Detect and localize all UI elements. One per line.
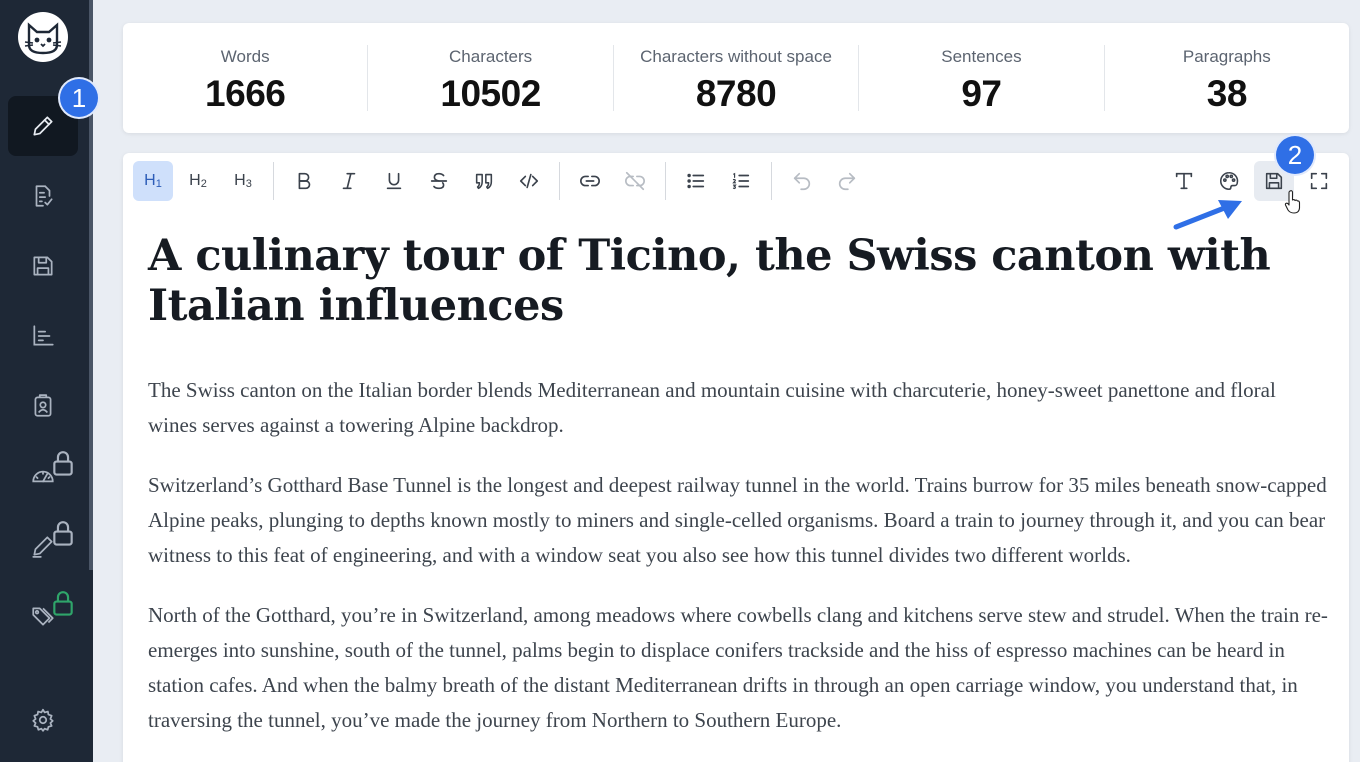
sidebar-item-stats[interactable] (8, 306, 78, 366)
editor-panel: H1 H2 H3 A culinary tour of Ticino, the … (123, 153, 1349, 762)
unlink-icon (625, 171, 645, 191)
link-icon (580, 175, 600, 187)
app-logo[interactable] (18, 12, 68, 62)
sidebar-item-speed[interactable] (8, 446, 78, 506)
underline-button[interactable] (374, 161, 414, 201)
bullet-list-icon (687, 173, 705, 189)
cat-icon (24, 22, 62, 55)
sidebar-item-write[interactable] (8, 516, 78, 576)
step-badge-2: 2 (1274, 134, 1316, 176)
sidebar-item-profile[interactable] (8, 376, 78, 436)
gear-icon (32, 708, 54, 732)
h2-sub: 2 (200, 178, 207, 190)
strikethrough-button[interactable] (419, 161, 459, 201)
h1-sub: 1 (155, 178, 162, 190)
ordered-list-button[interactable] (721, 161, 761, 201)
hand-cursor-icon (1284, 190, 1301, 214)
toolbar-divider (665, 162, 666, 200)
palette-icon (1220, 171, 1239, 191)
stat-value: 10502 (440, 73, 541, 114)
heading-3-button[interactable]: H3 (223, 161, 263, 201)
stat-paragraphs: Paragraphs 38 (1105, 45, 1349, 114)
sidebar-item-settings[interactable] (8, 690, 78, 750)
chart-icon (33, 325, 54, 346)
redo-button[interactable] (827, 161, 867, 201)
quote-button[interactable] (464, 161, 504, 201)
undo-icon (793, 172, 811, 191)
save-icon (1265, 172, 1283, 190)
strikethrough-icon (430, 172, 448, 190)
heading-3-label: H3 (234, 172, 252, 190)
save-icon (33, 256, 53, 276)
lock-icon (53, 451, 73, 476)
h2-letter: H (189, 172, 201, 189)
document-check-icon (35, 185, 53, 207)
text-icon (1175, 172, 1193, 190)
h3-sub: 3 (245, 178, 252, 190)
bold-icon (298, 172, 311, 190)
toolbar-divider (559, 162, 560, 200)
document-content[interactable]: A culinary tour of Ticino, the Swiss can… (148, 231, 1328, 762)
sidebar-item-tags[interactable] (8, 586, 78, 646)
link-button[interactable] (570, 161, 610, 201)
heading-1-button[interactable]: H1 (133, 161, 173, 201)
stat-value: 97 (961, 73, 1002, 114)
italic-icon (342, 172, 356, 190)
undo-button[interactable] (782, 161, 822, 201)
stat-value: 8780 (695, 73, 777, 114)
h1-letter: H (144, 172, 156, 189)
document-title[interactable]: A culinary tour of Ticino, the Swiss can… (148, 231, 1328, 331)
fullscreen-icon (1310, 172, 1328, 190)
stat-value: 38 (1206, 73, 1248, 114)
stat-value: 1666 (205, 73, 286, 114)
pencil-icon (33, 116, 53, 136)
stat-characters: Characters 10502 (368, 45, 614, 114)
editor-toolbar: H1 H2 H3 (123, 153, 1349, 209)
sidebar-item-check[interactable] (8, 166, 78, 226)
stat-sentences: Sentences 97 (859, 45, 1105, 114)
step-badge-1: 1 (58, 77, 100, 119)
italic-button[interactable] (329, 161, 369, 201)
clipboard-user-icon (34, 394, 52, 417)
code-button[interactable] (509, 161, 549, 201)
sidebar-item-save[interactable] (8, 236, 78, 296)
lock-icon (53, 521, 73, 546)
h3-letter: H (234, 172, 246, 189)
unlink-button[interactable] (615, 161, 655, 201)
bullet-list-button[interactable] (676, 161, 716, 201)
heading-1-label: H1 (144, 172, 162, 190)
heading-2-button[interactable]: H2 (178, 161, 218, 201)
stat-label: Characters without space (640, 47, 832, 66)
stat-characters-no-space: Characters without space 8780 (614, 45, 860, 114)
quote-icon (475, 173, 493, 190)
paragraph[interactable]: The Swiss canton on the Italian border b… (148, 373, 1328, 443)
toolbar-divider (771, 162, 772, 200)
bold-button[interactable] (284, 161, 324, 201)
stat-label: Sentences (941, 47, 1022, 66)
stat-words: Words 1666 (123, 45, 369, 114)
unlocked-icon (53, 591, 73, 616)
stat-label: Words (220, 47, 270, 66)
pointer-arrow-icon (1173, 200, 1242, 230)
paragraph[interactable]: North of the Gotthard, you’re in Switzer… (148, 598, 1328, 738)
stat-label: Characters (449, 47, 533, 66)
stat-label: Paragraphs (1182, 47, 1271, 66)
code-icon (519, 173, 539, 189)
ordered-list-icon (732, 172, 750, 190)
toolbar-divider (273, 162, 274, 200)
heading-2-label: H2 (189, 172, 207, 190)
paragraph[interactable]: Switzerland’s Gotthard Base Tunnel is th… (148, 468, 1328, 573)
redo-icon (838, 172, 856, 191)
stats-panel: Words 1666 Characters 10502 Characters w… (123, 23, 1349, 133)
underline-icon (386, 172, 402, 190)
